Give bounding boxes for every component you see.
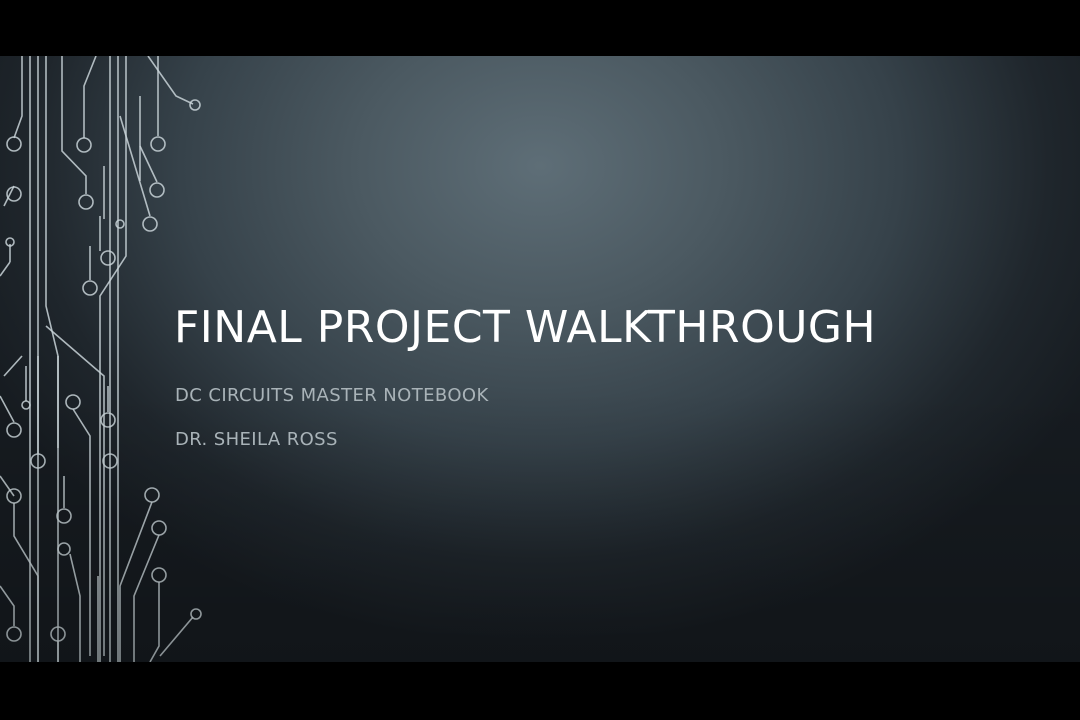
slide-subtitle-author: DR. SHEILA ROSS [175,429,338,450]
circuit-trace-decoration [0,56,202,662]
slide-title: FINAL PROJECT WALKTHROUGH [174,302,877,353]
video-frame: FINAL PROJECT WALKTHROUGH DC CIRCUITS MA… [0,0,1080,720]
slide-subtitle-course: DC CIRCUITS MASTER NOTEBOOK [175,385,489,406]
presentation-slide: FINAL PROJECT WALKTHROUGH DC CIRCUITS MA… [0,56,1080,662]
